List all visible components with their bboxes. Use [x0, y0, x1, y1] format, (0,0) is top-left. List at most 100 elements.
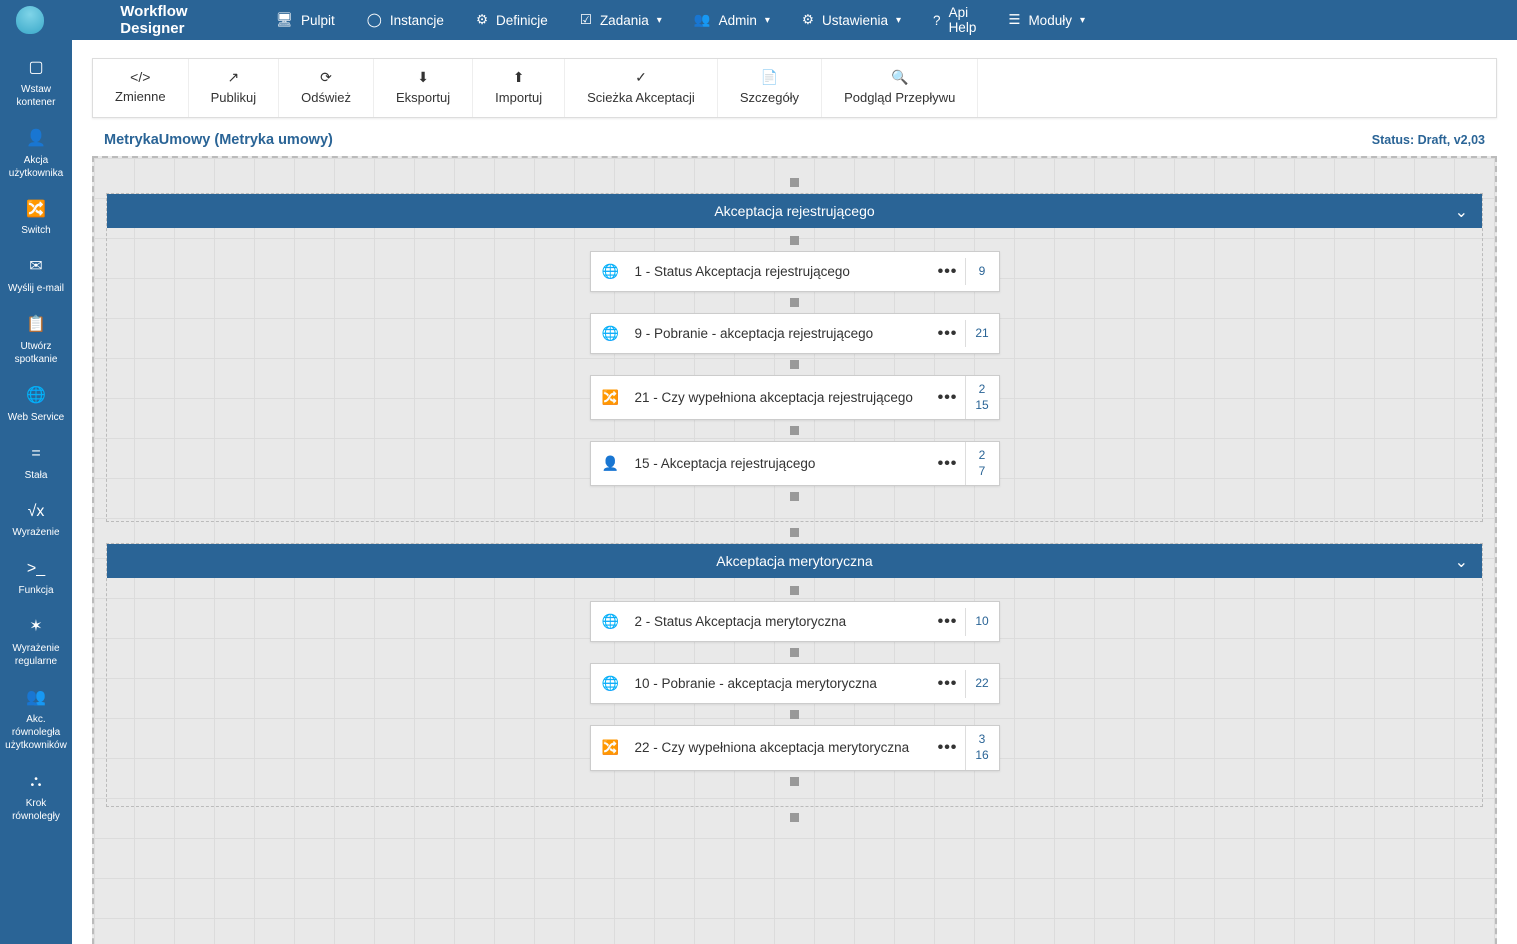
nav-definicje[interactable]: ⚙Definicje	[464, 0, 560, 40]
nav-items: 🖥Pulpit ◯Instancje ⚙Definicje ☑Zadania 👥…	[264, 0, 1517, 40]
sidebar-item-label: Krok równoległy	[12, 798, 60, 822]
sidebar-item-user-action[interactable]: 👤Akcja użytkownika	[0, 119, 72, 190]
top-nav: Workflow Designer 🖥Pulpit ◯Instancje ⚙De…	[0, 0, 1517, 40]
step-menu-button[interactable]: •••	[931, 455, 965, 473]
chevron-down-icon[interactable]: ⌄	[1455, 202, 1468, 222]
toolbar-label: Szczegóły	[740, 90, 799, 105]
sidebar-item-expression[interactable]: √xWyrażenie	[0, 492, 72, 550]
connector-dot[interactable]	[104, 172, 1485, 193]
refresh-icon: ⟳	[301, 69, 351, 86]
step-links: 22	[965, 670, 999, 698]
toolbar-label: Eksportuj	[396, 90, 450, 105]
step-link[interactable]: 7	[966, 464, 999, 480]
step-link[interactable]: 2	[966, 448, 999, 464]
step-links: 21	[965, 320, 999, 348]
step-links: 316	[965, 726, 999, 769]
connector-dot[interactable]	[107, 420, 1482, 441]
sidebar-item-label: Switch	[21, 225, 50, 236]
connector-dot[interactable]	[107, 642, 1482, 663]
step-link[interactable]: 3	[966, 732, 999, 748]
toolbar-podglad[interactable]: 🔍Podgląd Przepływu	[822, 59, 978, 117]
connector-dot[interactable]	[104, 522, 1485, 543]
toolbar: </>Zmienne ↗Publikuj ⟳Odśwież ⬇ Eksportuj…	[92, 58, 1497, 118]
step-link[interactable]: 22	[966, 676, 999, 692]
step-menu-button[interactable]: •••	[931, 389, 965, 407]
workflow-step[interactable]: 🔀22 - Czy wypełniona akceptacja merytory…	[590, 725, 1000, 770]
sidebar-item-parallel-users[interactable]: 👥Akc. równoległa użytkowników	[0, 678, 72, 762]
step-link[interactable]: 15	[966, 398, 999, 414]
workflow-step[interactable]: 🌐10 - Pobranie - akceptacja merytoryczna…	[590, 663, 1000, 704]
step-link[interactable]: 9	[966, 264, 999, 280]
toolbar-zmienne[interactable]: </>Zmienne	[93, 59, 189, 117]
stage-body: 🌐1 - Status Akceptacja rejestrującego•••…	[107, 228, 1482, 521]
sidebar-item-switch[interactable]: 🔀Switch	[0, 190, 72, 248]
circle-icon: ◯	[367, 12, 382, 28]
step-menu-button[interactable]: •••	[931, 675, 965, 693]
connector-dot[interactable]	[107, 704, 1482, 725]
nav-moduly[interactable]: ☰Moduły	[996, 0, 1097, 40]
step-menu-button[interactable]: •••	[931, 613, 965, 631]
step-menu-button[interactable]: •••	[931, 739, 965, 757]
user-icon: 👤	[591, 455, 631, 472]
toolbar-szczegoly[interactable]: 📄Szczegóły	[718, 59, 822, 117]
gear-icon: ⚙	[802, 12, 814, 28]
connector-dot[interactable]	[107, 486, 1482, 507]
users-icon: 👥	[694, 12, 711, 28]
sidebar-item-regex[interactable]: ✶Wyrażenie regularne	[0, 607, 72, 678]
equals-icon: =	[2, 444, 70, 465]
nav-label: Definicje	[496, 13, 548, 28]
stage-header[interactable]: Akceptacja merytoryczna⌄	[107, 544, 1482, 578]
brand-title: Workflow Designer	[60, 3, 264, 37]
workflow-step[interactable]: 🌐9 - Pobranie - akceptacja rejestrująceg…	[590, 313, 1000, 354]
sidebar-item-parallel-step[interactable]: ⛬Krok równoległy	[0, 762, 72, 833]
sidebar-item-webservice[interactable]: 🌐Web Service	[0, 376, 72, 434]
chevron-down-icon[interactable]: ⌄	[1455, 552, 1468, 572]
step-link[interactable]: 10	[966, 614, 999, 630]
toolbar-eksportuj[interactable]: ⬇ Eksportuj	[374, 59, 473, 117]
nav-pulpit[interactable]: 🖥Pulpit	[264, 0, 347, 40]
stage-body: 🌐2 - Status Akceptacja merytoryczna•••10…	[107, 578, 1482, 805]
nav-admin[interactable]: 👥Admin	[682, 0, 782, 40]
step-link[interactable]: 16	[966, 748, 999, 764]
connector-dot[interactable]	[107, 771, 1482, 792]
step-links: 10	[965, 608, 999, 636]
step-links: 27	[965, 442, 999, 485]
download-icon: ⬇	[396, 69, 450, 86]
connector-dot[interactable]	[107, 292, 1482, 313]
toolbar-publikuj[interactable]: ↗Publikuj	[189, 59, 280, 117]
nav-ustawienia[interactable]: ⚙Ustawienia	[790, 0, 913, 40]
workflow-step[interactable]: 🌐1 - Status Akceptacja rejestrującego•••…	[590, 251, 1000, 292]
globe-icon: 🌐	[591, 263, 631, 280]
nav-instancje[interactable]: ◯Instancje	[355, 0, 456, 40]
sidebar-item-container[interactable]: ▢Wstaw kontener	[0, 48, 72, 119]
connector-dot[interactable]	[107, 354, 1482, 375]
nav-zadania[interactable]: ☑Zadania	[568, 0, 674, 40]
sidebar-item-email[interactable]: ✉Wyślij e-mail	[0, 247, 72, 305]
globe-icon: 🌐	[591, 325, 631, 342]
toolbar-label: Podgląd Przepływu	[844, 90, 955, 105]
workflow-step[interactable]: 🔀21 - Czy wypełniona akceptacja rejestru…	[590, 375, 1000, 420]
sidebar-item-meeting[interactable]: 📋Utwórz spotkanie	[0, 305, 72, 376]
connector-dot[interactable]	[107, 230, 1482, 251]
workflow-canvas[interactable]: Akceptacja rejestrującego⌄ 🌐1 - Status Ak…	[92, 156, 1497, 944]
shuffle-icon: 🔀	[591, 739, 631, 756]
step-link[interactable]: 21	[966, 326, 999, 342]
toolbar-importuj[interactable]: ⬆Importuj	[473, 59, 565, 117]
step-link[interactable]: 2	[966, 382, 999, 398]
workflow-step[interactable]: 🌐2 - Status Akceptacja merytoryczna•••10	[590, 601, 1000, 642]
connector-dot[interactable]	[107, 580, 1482, 601]
toolbar-sciezka[interactable]: ✓Scieżka Akceptacji	[565, 59, 718, 117]
workflow-step[interactable]: 👤15 - Akceptacja rejestrującego•••27	[590, 441, 1000, 486]
nav-label: Moduły	[1028, 13, 1072, 28]
sidebar-item-function[interactable]: >_Funkcja	[0, 549, 72, 607]
sidebar-item-const[interactable]: =Stała	[0, 434, 72, 492]
toolbar-odswiez[interactable]: ⟳Odśwież	[279, 59, 374, 117]
step-menu-button[interactable]: •••	[931, 263, 965, 281]
sidebar-item-label: Web Service	[8, 412, 65, 423]
sidebar-item-label: Wyślij e-mail	[8, 283, 64, 294]
connector-dot[interactable]	[104, 807, 1485, 828]
stage-header[interactable]: Akceptacja rejestrującego⌄	[107, 194, 1482, 228]
nav-api[interactable]: ?Api Help	[921, 0, 988, 40]
workflow-stage: Akceptacja rejestrującego⌄ 🌐1 - Status Ak…	[106, 193, 1483, 522]
step-menu-button[interactable]: •••	[931, 325, 965, 343]
